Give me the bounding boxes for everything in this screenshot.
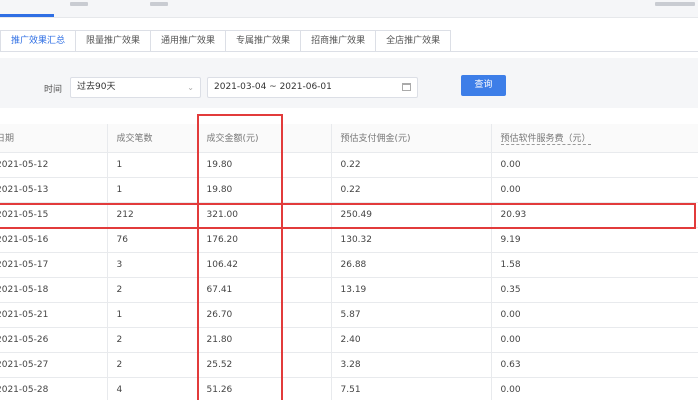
tab-limited[interactable]: 限量推广效果 — [76, 30, 152, 52]
table-row: 2021-05-27 2 25.52 3.28 0.63 — [0, 352, 698, 378]
header-service-fee: 预估软件服务费（元） — [491, 124, 698, 153]
header-commission: 预估支付佣金(元) — [331, 124, 492, 153]
cell-date: 2021-05-16 — [0, 227, 108, 253]
table-row: 2021-05-26 2 21.80 2.40 0.00 — [0, 327, 698, 353]
cell-service-fee: 0.00 — [491, 302, 698, 328]
calendar-icon — [402, 83, 411, 91]
header-service-fee-label: 预估软件服务费（元） — [500, 134, 591, 146]
date-range-value: 2021-03-04 ~ 2021-06-01 — [214, 82, 332, 92]
promotion-data-table: 日期 成交笔数 成交金额(元) 预估支付佣金(元) 预估软件服务费（元） 202… — [0, 124, 698, 400]
header-date: 日期 — [0, 124, 108, 153]
cell-commission: 0.22 — [331, 152, 492, 178]
header-order-count: 成交笔数 — [107, 124, 198, 153]
cell-date: 2021-05-26 — [0, 327, 108, 353]
cell-service-fee: 9.19 — [491, 227, 698, 253]
table-row: 2021-05-13 1 19.80 0.22 0.00 — [0, 177, 698, 203]
cropped-nav-item[interactable] — [150, 2, 168, 6]
date-range-picker[interactable]: 2021-03-04 ~ 2021-06-01 — [207, 77, 418, 98]
tab-merchant[interactable]: 招商推广效果 — [301, 30, 377, 52]
row-highlight — [0, 203, 696, 229]
cell-order-count: 76 — [107, 227, 198, 253]
cell-commission: 0.22 — [331, 177, 492, 203]
chevron-down-icon: ⌄ — [187, 83, 194, 92]
cell-date: 2021-05-12 — [0, 152, 108, 178]
cropped-nav-item[interactable] — [70, 2, 88, 6]
amount-column-highlight — [197, 114, 283, 400]
cell-date: 2021-05-18 — [0, 277, 108, 303]
tab-exclusive[interactable]: 专属推广效果 — [226, 30, 302, 52]
active-nav-underline — [0, 14, 54, 17]
period-select[interactable]: 过去90天 ⌄ — [70, 77, 201, 98]
table-row: 2021-05-16 76 176.20 130.32 9.19 — [0, 227, 698, 253]
tab-store-wide[interactable]: 全店推广效果 — [376, 30, 452, 52]
cell-commission: 3.28 — [331, 352, 492, 378]
query-button[interactable]: 查询 — [461, 75, 506, 96]
cell-order-count: 1 — [107, 152, 198, 178]
table-row: 2021-05-21 1 26.70 5.87 0.00 — [0, 302, 698, 328]
cell-service-fee: 0.00 — [491, 327, 698, 353]
cell-service-fee: 0.35 — [491, 277, 698, 303]
cell-date: 2021-05-21 — [0, 302, 108, 328]
cell-service-fee: 1.58 — [491, 252, 698, 278]
table-row: 2021-05-28 4 51.26 7.51 0.00 — [0, 377, 698, 400]
cell-order-count: 2 — [107, 352, 198, 378]
time-label: 时间 — [44, 85, 63, 95]
cell-order-count: 3 — [107, 252, 198, 278]
cell-commission: 5.87 — [331, 302, 492, 328]
cell-service-fee: 0.63 — [491, 352, 698, 378]
cell-order-count: 1 — [107, 302, 198, 328]
period-select-value: 过去90天 — [77, 82, 116, 92]
table-row: 2021-05-18 2 67.41 13.19 0.35 — [0, 277, 698, 303]
effect-tabs: 推广效果汇总 限量推广效果 通用推广效果 专属推广效果 招商推广效果 全店推广效… — [0, 30, 452, 52]
cell-commission: 13.19 — [331, 277, 492, 303]
cell-service-fee: 0.00 — [491, 177, 698, 203]
cell-commission: 7.51 — [331, 377, 492, 400]
tab-summary[interactable]: 推广效果汇总 — [0, 30, 77, 52]
tab-general[interactable]: 通用推广效果 — [151, 30, 227, 52]
table-header-row: 日期 成交笔数 成交金额(元) 预估支付佣金(元) 预估软件服务费（元） — [0, 124, 698, 153]
cell-order-count: 4 — [107, 377, 198, 400]
tabs-divider — [0, 51, 698, 52]
cell-order-count: 2 — [107, 327, 198, 353]
cell-date: 2021-05-13 — [0, 177, 108, 203]
table-row: 2021-05-17 3 106.42 26.88 1.58 — [0, 252, 698, 278]
cell-commission: 2.40 — [331, 327, 492, 353]
cropped-nav-item[interactable] — [655, 2, 695, 6]
cell-service-fee: 0.00 — [491, 152, 698, 178]
top-navigation-strip — [0, 0, 698, 18]
cell-date: 2021-05-17 — [0, 252, 108, 278]
table-row: 2021-05-12 1 19.80 0.22 0.00 — [0, 152, 698, 178]
cell-date: 2021-05-28 — [0, 377, 108, 400]
filter-panel: 时间 过去90天 ⌄ 2021-03-04 ~ 2021-06-01 查询 — [0, 58, 698, 108]
cell-commission: 130.32 — [331, 227, 492, 253]
cell-date: 2021-05-27 — [0, 352, 108, 378]
cell-order-count: 1 — [107, 177, 198, 203]
cell-order-count: 2 — [107, 277, 198, 303]
cell-commission: 26.88 — [331, 252, 492, 278]
cell-service-fee: 0.00 — [491, 377, 698, 400]
